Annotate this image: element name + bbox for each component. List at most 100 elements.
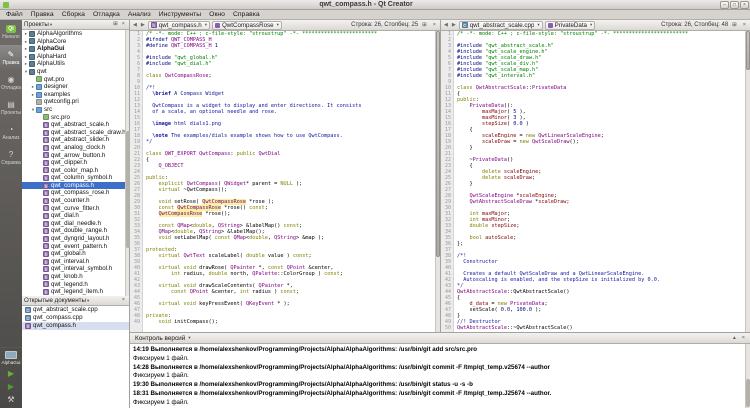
- mode-welcome-icon: Qt: [6, 25, 16, 33]
- code-token: double: [470, 223, 492, 229]
- mode-welcome[interactable]: QtНачало: [0, 20, 22, 45]
- code-area[interactable]: /* -*- mode: C++ ; c-file-style: "strous…: [454, 31, 750, 332]
- menu-item[interactable]: Инструменты: [155, 10, 205, 19]
- kit-selector[interactable]: AlphaGui: [0, 347, 22, 367]
- tree-item[interactable]: hqwt_dyngrid_layout.h: [22, 235, 129, 243]
- projects-panel-title[interactable]: Проекты: [24, 21, 49, 28]
- symbol-selector[interactable]: PrivateData▾: [545, 21, 596, 30]
- menu-item[interactable]: Файл: [2, 10, 27, 19]
- tree-item[interactable]: hqwt_abstract_slider.h: [22, 136, 129, 144]
- tree-item[interactable]: ▸AlphaAlgorithms: [22, 30, 129, 38]
- code-token: [146, 235, 159, 241]
- tree-item-label: designer: [44, 83, 68, 91]
- tree-item[interactable]: ▾src: [22, 106, 129, 114]
- close-document-button[interactable]: ×: [741, 21, 748, 30]
- forward-button[interactable]: ▶: [140, 22, 146, 28]
- scrollbar-thumb[interactable]: [746, 31, 750, 70]
- tree-item[interactable]: hqwt_dial_needle.h: [22, 220, 129, 228]
- minimize-button[interactable]: –: [720, 1, 729, 9]
- symbol-selector[interactable]: QwtCompassRose▾: [212, 21, 282, 30]
- h-icon: h: [43, 152, 49, 158]
- open-documents-title[interactable]: Открытые документы: [24, 297, 86, 304]
- tree-item[interactable]: ▸AlphaHard: [22, 53, 129, 61]
- tree-item[interactable]: ▸AlphaGui: [22, 45, 129, 53]
- tree-item[interactable]: hqwt_dial.h: [22, 212, 129, 220]
- back-button[interactable]: ◀: [132, 22, 138, 28]
- run-button[interactable]: ▶: [0, 367, 22, 380]
- tree-item[interactable]: hqwt_clipper.h: [22, 159, 129, 167]
- file-selector[interactable]: hqwt_compass.h▾: [148, 21, 210, 30]
- code-area[interactable]: /* -*- mode: C++ ; c-file-style: "strous…: [143, 31, 440, 332]
- tree-item[interactable]: ▸examples: [22, 91, 129, 99]
- open-document-item[interactable]: hqwt_compass.h: [22, 322, 129, 330]
- code-token: const: [215, 235, 234, 241]
- output-pane-selector[interactable]: Контроль версий ▾: [133, 334, 193, 343]
- menu-item[interactable]: Справка: [229, 10, 264, 19]
- output-scrollbar[interactable]: [745, 344, 750, 408]
- tree-item[interactable]: hqwt_interval.h: [22, 258, 129, 266]
- tree-item[interactable]: hqwt_analog_clock.h: [22, 144, 129, 152]
- mode-help[interactable]: ?Справка: [0, 145, 22, 170]
- mode-analyze[interactable]: ◔Анализ: [0, 120, 22, 145]
- split-editor-button[interactable]: ⊞: [730, 21, 739, 30]
- tree-item[interactable]: hqwt_global.h: [22, 250, 129, 258]
- close-pane-button[interactable]: ×: [740, 334, 747, 343]
- log-line: Фиксируем 1 файл.: [133, 399, 745, 408]
- split-sidebar-button[interactable]: ⊞: [111, 20, 120, 29]
- menu-item[interactable]: Отладка: [89, 10, 124, 19]
- tree-item[interactable]: hqwt_curve_fitter.h: [22, 205, 129, 213]
- close-document-button[interactable]: ×: [431, 21, 438, 30]
- tree-item[interactable]: hqwt_event_pattern.h: [22, 243, 129, 251]
- menu-item[interactable]: Анализ: [124, 10, 155, 19]
- tree-item[interactable]: src.pro: [22, 114, 129, 122]
- tree-item[interactable]: hqwt_abstract_scale.h: [22, 121, 129, 129]
- forward-button[interactable]: ▶: [451, 22, 457, 28]
- open-document-item[interactable]: Cqwt_abstract_scale.cpp: [22, 306, 129, 314]
- tree-item[interactable]: ▾qwt: [22, 68, 129, 76]
- tree-item[interactable]: hqwt_column_symbol.h: [22, 174, 129, 182]
- tree-item[interactable]: hqwt_abstract_scale_draw.h: [22, 129, 129, 137]
- maximize-button[interactable]: □: [730, 1, 739, 9]
- tree-item[interactable]: hqwt_color_map.h: [22, 167, 129, 175]
- close-open-documents-button[interactable]: ×: [120, 296, 127, 305]
- tree-item[interactable]: hqwt_interval_symbol.h: [22, 265, 129, 273]
- tree-item[interactable]: ▸designer: [22, 83, 129, 91]
- tree-item[interactable]: hqwt_arrow_button.h: [22, 152, 129, 160]
- code-token: const: [280, 289, 296, 295]
- mode-debug-icon: ◉: [8, 75, 15, 84]
- maximize-pane-button[interactable]: ▴: [731, 334, 738, 343]
- tree-item[interactable]: hqwt_compass_rose.h: [22, 189, 129, 197]
- menu-item[interactable]: Окно: [205, 10, 229, 19]
- debug-run-button[interactable]: ▶: [0, 380, 22, 393]
- mode-projects[interactable]: ▤Проекты: [0, 95, 22, 120]
- titlebar[interactable]: qwt_compass.h - Qt Creator – □ ×: [0, 0, 750, 10]
- tree-item[interactable]: qwt.pro: [22, 76, 129, 84]
- tree-item[interactable]: ▸AlphaCore: [22, 38, 129, 46]
- scrollbar-thumb[interactable]: [746, 379, 750, 407]
- file-selector[interactable]: Cqwt_abstract_scale.cpp▾: [459, 21, 543, 30]
- tree-scrollbar[interactable]: [125, 30, 129, 296]
- back-button[interactable]: ◀: [443, 22, 449, 28]
- menu-item[interactable]: Сборка: [58, 10, 89, 19]
- editor-scrollbar[interactable]: [745, 31, 750, 332]
- code-line[interactable]: QwtAbstractScale::~QwtAbstractScale(): [457, 325, 750, 331]
- menu-item[interactable]: Правка: [27, 10, 58, 19]
- tree-item[interactable]: hqwt_double_range.h: [22, 227, 129, 235]
- mode-edit[interactable]: ✎Правка: [0, 45, 22, 70]
- split-editor-button[interactable]: ⊞: [420, 21, 429, 30]
- project-icon: [29, 69, 35, 75]
- mode-debug[interactable]: ◉Отладка: [0, 70, 22, 95]
- tree-item-label: qwt_analog_clock.h: [51, 144, 105, 152]
- tree-item[interactable]: ▸AlphaUtils: [22, 60, 129, 68]
- tree-item[interactable]: hqwt_legend_item.h: [22, 288, 129, 296]
- code-line[interactable]: void initCompass();: [146, 319, 440, 325]
- open-document-item[interactable]: Cqwt_compass.cpp: [22, 314, 129, 322]
- tree-item[interactable]: hqwt_legend.h: [22, 281, 129, 289]
- build-button[interactable]: ⚒: [0, 393, 22, 406]
- close-sidebar-button[interactable]: ×: [120, 20, 127, 29]
- tree-item[interactable]: qwtconfig.pri: [22, 98, 129, 106]
- tree-item[interactable]: hqwt_knob.h: [22, 273, 129, 281]
- close-button[interactable]: ×: [740, 1, 749, 9]
- tree-item[interactable]: hqwt_counter.h: [22, 197, 129, 205]
- tree-item[interactable]: hqwt_compass.h: [22, 182, 129, 190]
